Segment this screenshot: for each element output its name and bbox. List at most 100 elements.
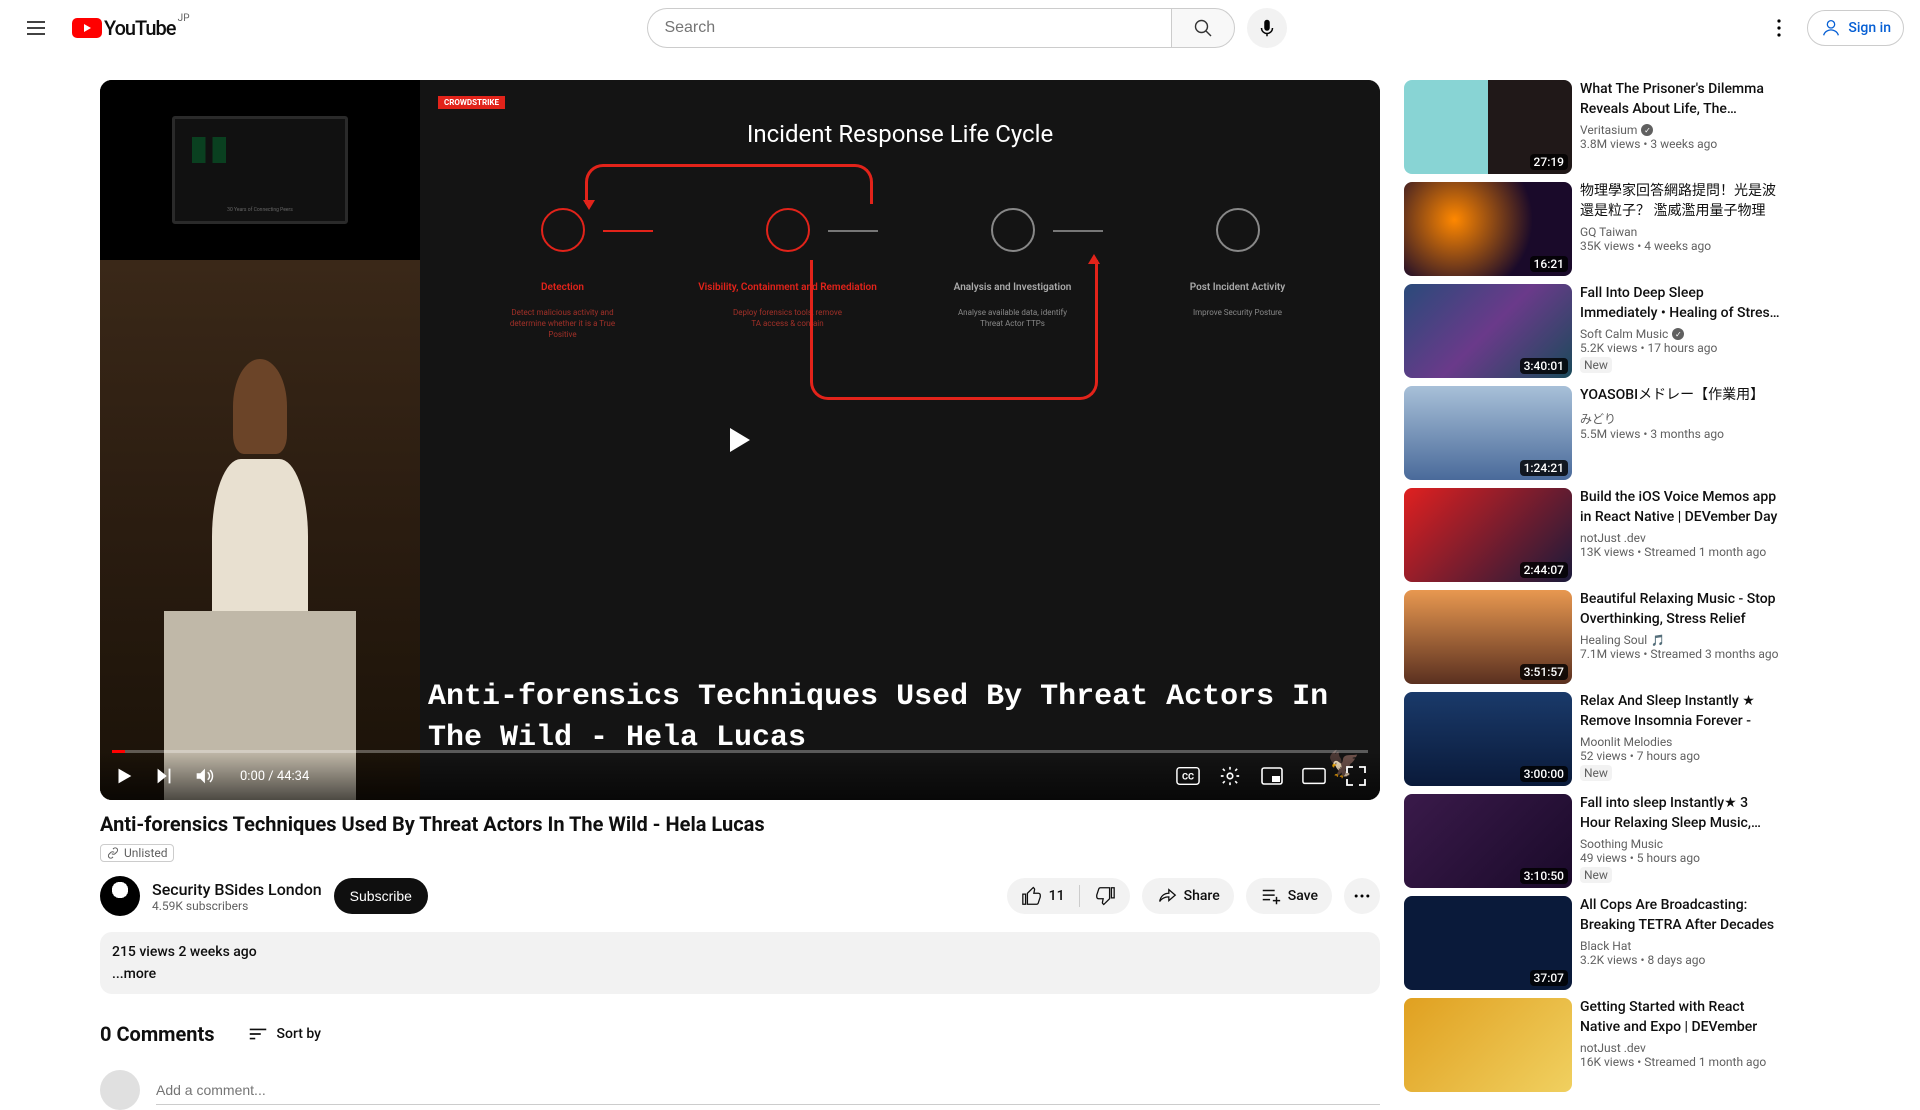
rec-title: All Cops Are Broadcasting: Breaking TETR…: [1580, 896, 1782, 935]
youtube-logo[interactable]: YouTube JP: [72, 16, 176, 40]
user-icon: [1820, 17, 1842, 39]
rec-thumbnail: 37:07: [1404, 896, 1572, 990]
rec-meta: 52 views • 7 hours ago: [1580, 749, 1782, 763]
rec-title: Beautiful Relaxing Music - Stop Overthin…: [1580, 590, 1782, 629]
recommendation-item[interactable]: 3:51:57 Beautiful Relaxing Music - Stop …: [1404, 590, 1806, 684]
search-box: [647, 8, 1235, 48]
speaker-pane: 30 Years of Connecting Peers: [100, 80, 420, 800]
comments-count: 0 Comments: [100, 1022, 215, 1046]
rec-meta: 35K views • 4 weeks ago: [1580, 239, 1782, 253]
duration-badge: 3:00:00: [1520, 766, 1568, 782]
play-overlay-button[interactable]: [730, 428, 750, 452]
rec-meta: 7.1M views • Streamed 3 months ago: [1580, 647, 1782, 661]
recommendation-item[interactable]: 1:24:21 YOASOBIメドレー【作業用】 みどり 5.5M views …: [1404, 386, 1806, 480]
country-code: JP: [178, 13, 190, 24]
rec-thumbnail: 16:21: [1404, 182, 1572, 276]
rec-channel: Soothing Music: [1580, 837, 1782, 851]
fullscreen-button[interactable]: [1344, 764, 1368, 788]
signin-label: Sign in: [1848, 20, 1891, 36]
signin-button[interactable]: Sign in: [1807, 10, 1904, 46]
sort-icon: [247, 1023, 269, 1045]
duration-badge: 3:40:01: [1520, 358, 1568, 374]
rec-channel: GQ Taiwan: [1580, 225, 1782, 239]
subscriber-count: 4.59K subscribers: [152, 899, 322, 913]
channel-avatar[interactable]: [100, 876, 140, 916]
dislike-button[interactable]: [1080, 878, 1130, 914]
rec-title: YOASOBIメドレー【作業用】: [1580, 386, 1782, 406]
rec-title: Fall into sleep Instantly★ 3 Hour Relaxi…: [1580, 794, 1782, 833]
rec-meta: 3.8M views • 3 weeks ago: [1580, 137, 1782, 151]
svg-text:CC: CC: [1182, 772, 1194, 783]
like-dislike-pill: 11: [1007, 878, 1130, 914]
rec-thumbnail: 2:44:07: [1404, 488, 1572, 582]
add-comment-row: [100, 1070, 1380, 1110]
recommendation-item[interactable]: 27:19 What The Prisoner's Dilemma Reveal…: [1404, 80, 1806, 174]
channel-name[interactable]: Security BSides London: [152, 880, 322, 899]
search-input[interactable]: [647, 8, 1171, 48]
duration-badge: 37:07: [1530, 970, 1568, 986]
share-button[interactable]: Share: [1142, 878, 1234, 914]
channel-block: Security BSides London 4.59K subscribers…: [100, 876, 995, 916]
recommendation-item[interactable]: 37:07 All Cops Are Broadcasting: Breakin…: [1404, 896, 1806, 990]
recommendation-item[interactable]: 3:00:00 Relax And Sleep Instantly ★ Remo…: [1404, 692, 1806, 786]
theater-button[interactable]: [1302, 764, 1326, 788]
thumbs-down-icon: [1094, 885, 1116, 907]
rec-thumbnail: 27:19: [1404, 80, 1572, 174]
recommendation-item[interactable]: 16:21 物理學家回答網路提問！光是波還是粒子？ 濫威濫用量子物理 GQ Ta…: [1404, 182, 1806, 276]
settings-button[interactable]: [1218, 764, 1242, 788]
volume-button[interactable]: [192, 764, 216, 788]
like-button[interactable]: 11: [1007, 878, 1079, 914]
rec-channel: notJust .dev: [1580, 1041, 1782, 1055]
rec-meta: 5.5M views • 3 months ago: [1580, 427, 1782, 441]
recommendation-item[interactable]: 3:10:50 Fall into sleep Instantly★ 3 Hou…: [1404, 794, 1806, 888]
cc-button[interactable]: CC: [1176, 764, 1200, 788]
video-overlay-title: Anti-forensics Techniques Used By Threat…: [420, 677, 1380, 758]
secondary-column: 27:19 What The Prisoner's Dilemma Reveal…: [1404, 80, 1806, 1110]
save-button[interactable]: Save: [1246, 878, 1332, 914]
voice-search-button[interactable]: [1247, 8, 1287, 48]
rec-channel: Healing Soul🎵: [1580, 633, 1782, 647]
microphone-icon: [1256, 17, 1278, 39]
rec-meta: 5.2K views • 17 hours ago: [1580, 341, 1782, 355]
video-player[interactable]: 30 Years of Connecting Peers CROWDSTRIKE…: [100, 80, 1380, 800]
youtube-icon: [72, 18, 102, 38]
masthead: YouTube JP Sign in: [0, 0, 1920, 56]
verified-icon: ✓: [1641, 124, 1653, 136]
miniplayer-button[interactable]: [1260, 764, 1284, 788]
share-icon: [1156, 885, 1178, 907]
more-actions-button[interactable]: [1344, 878, 1380, 914]
rec-thumbnail: 3:40:01: [1404, 284, 1572, 378]
ellipsis-icon: [1352, 886, 1372, 906]
expand-description[interactable]: ...more: [112, 966, 1368, 982]
subscribe-button[interactable]: Subscribe: [334, 878, 428, 914]
sort-button[interactable]: Sort by: [247, 1023, 322, 1045]
music-icon: 🎵: [1651, 634, 1665, 647]
unlisted-icon: [106, 846, 120, 860]
next-button[interactable]: [152, 764, 176, 788]
recommendation-item[interactable]: 2:44:07 Build the iOS Voice Memos app in…: [1404, 488, 1806, 582]
new-badge: New: [1580, 765, 1612, 781]
duration-badge: 27:19: [1530, 154, 1568, 170]
rec-meta: 13K views • Streamed 1 month ago: [1580, 545, 1782, 559]
settings-menu-button[interactable]: [1759, 8, 1799, 48]
kebab-icon: [1767, 16, 1791, 40]
duration-badge: 3:10:50: [1520, 868, 1568, 884]
description-box[interactable]: 215 views 2 weeks ago ...more: [100, 932, 1380, 994]
recommendation-item[interactable]: 3:40:01 Fall Into Deep Sleep Immediately…: [1404, 284, 1806, 378]
duration-badge: 3:51:57: [1520, 664, 1568, 680]
rec-meta: 16K views • Streamed 1 month ago: [1580, 1055, 1782, 1069]
search-button[interactable]: [1171, 8, 1235, 48]
rec-thumbnail: 3:51:57: [1404, 590, 1572, 684]
rec-meta: 3.2K views • 8 days ago: [1580, 953, 1782, 967]
rec-thumbnail: [1404, 998, 1572, 1092]
rec-meta: 49 views • 5 hours ago: [1580, 851, 1782, 865]
recommendation-item[interactable]: Getting Started with React Native and Ex…: [1404, 998, 1806, 1092]
rec-title: Build the iOS Voice Memos app in React N…: [1580, 488, 1782, 527]
play-button[interactable]: [112, 764, 136, 788]
visibility-badge: Unlisted: [100, 844, 174, 862]
slide-title: Incident Response Life Cycle: [450, 120, 1350, 148]
guide-menu-button[interactable]: [16, 8, 56, 48]
view-date: 215 views 2 weeks ago: [112, 944, 1368, 960]
rec-title: Fall Into Deep Sleep Immediately • Heali…: [1580, 284, 1782, 323]
new-badge: New: [1580, 867, 1612, 883]
